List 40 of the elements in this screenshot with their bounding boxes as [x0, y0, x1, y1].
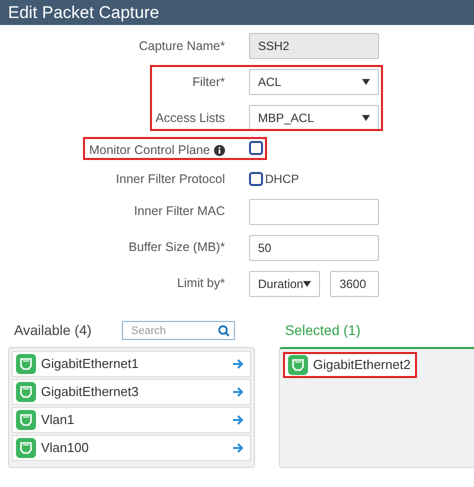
window-title: Edit Packet Capture: [0, 0, 474, 25]
list-item[interactable]: GigabitEthernet1: [12, 350, 251, 377]
dropdown[interactable]: Duration: [249, 270, 320, 297]
caret-icon: [362, 79, 370, 85]
caret-icon: [362, 115, 370, 121]
ethernet-port-icon: [16, 354, 36, 374]
ethernet-port-icon: [288, 354, 308, 375]
dropdown[interactable]: MBP_ACL: [249, 105, 379, 131]
arrow-right-icon[interactable]: [233, 414, 244, 425]
list-item[interactable]: Vlan1: [12, 406, 251, 433]
list-item[interactable]: GigabitEthernet3: [12, 378, 251, 405]
checkbox-label: Monitor Control Plane: [89, 142, 210, 160]
arrow-right-icon[interactable]: [233, 442, 244, 453]
field-label: Inner Filter MAC: [134, 203, 225, 220]
arrow-right-icon[interactable]: [233, 386, 244, 397]
option-label: DHCP: [265, 171, 300, 188]
list-item[interactable]: GigabitEthernet2: [283, 352, 417, 378]
arrow-right-icon[interactable]: [233, 358, 244, 369]
list-heading: Selected (1): [285, 321, 360, 340]
checkbox-label: Inner Filter Protocol: [116, 171, 225, 188]
list-item[interactable]: Vlan100: [12, 434, 251, 461]
text-field[interactable]: [249, 198, 379, 225]
checkbox[interactable]: [249, 141, 263, 155]
dropdown[interactable]: ACL: [249, 69, 379, 95]
field-label: Access Lists: [156, 110, 225, 127]
text-field[interactable]: 50: [249, 234, 379, 261]
field-label: Capture Name*: [138, 38, 225, 55]
checkbox[interactable]: [249, 172, 263, 186]
info-icon[interactable]: [214, 145, 225, 156]
field-label: Limit by*: [177, 275, 225, 292]
text-field: SSH2: [249, 33, 379, 59]
caret-icon: [303, 280, 312, 287]
ethernet-port-icon: [16, 410, 36, 430]
ethernet-port-icon: [16, 438, 36, 458]
list-heading: Available (4): [14, 321, 92, 340]
field-label: Buffer Size (MB)*: [128, 239, 225, 256]
number-field[interactable]: 3600: [330, 270, 379, 297]
ethernet-port-icon: [16, 382, 36, 402]
field-label: Filter*: [192, 74, 225, 91]
search-icon[interactable]: [218, 324, 230, 337]
